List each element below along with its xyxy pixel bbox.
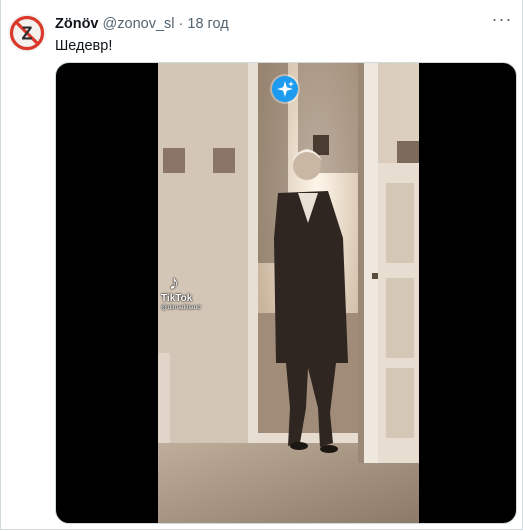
separator-dot: ·	[178, 16, 184, 32]
tweet-text: Шедевр!	[55, 38, 113, 54]
media-container[interactable]: ♪ TikTok @dimaditiand	[55, 62, 517, 524]
tweet-card[interactable]: Z Zönöv @zonov_sl · 18 год ··· Шедевр! ♪…	[0, 0, 523, 530]
avatar-letter: Z	[22, 24, 33, 44]
tweet-time[interactable]: 18 год	[187, 16, 228, 32]
tiktok-watermark: ♪ TikTok @dimaditiand	[161, 273, 221, 312]
author-handle[interactable]: @zonov_sl	[103, 16, 175, 32]
tweet-header: Zönöv @zonov_sl · 18 год	[55, 16, 229, 32]
watermark-brand: TikTok	[161, 293, 193, 304]
watermark-handle: @dimaditiand	[161, 304, 201, 311]
avatar[interactable]: Z	[8, 14, 46, 52]
video-frame[interactable]: ♪ TikTok @dimaditiand	[158, 63, 419, 523]
author-name[interactable]: Zönöv	[55, 16, 99, 32]
tiktok-logo-icon: ♪	[169, 272, 179, 294]
grok-sparkle-icon[interactable]	[272, 76, 298, 102]
more-options-icon[interactable]: ···	[491, 10, 513, 30]
avatar-image: Z	[8, 14, 46, 52]
